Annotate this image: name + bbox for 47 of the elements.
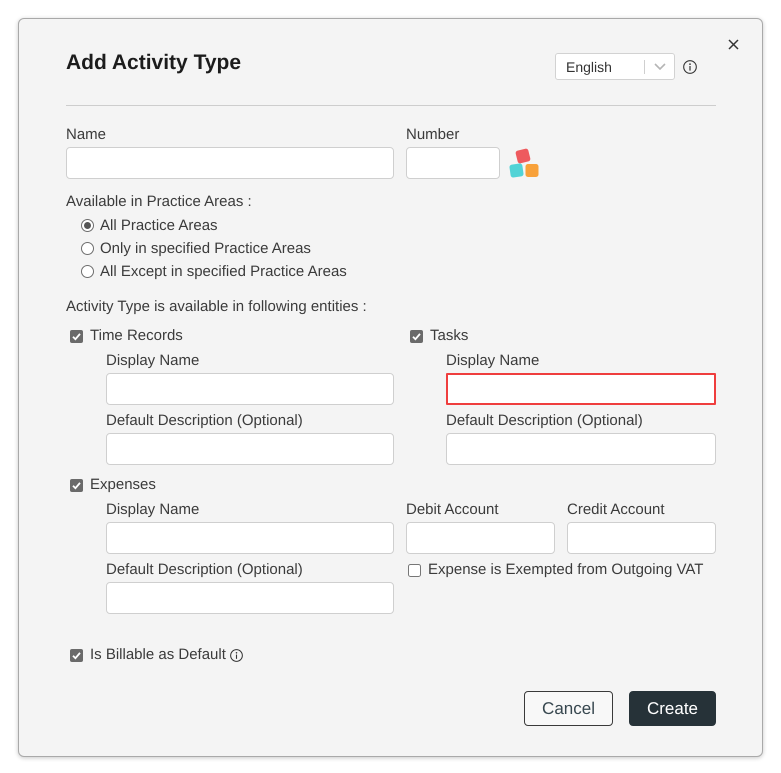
checkbox-label: Expense is Exempted from Outgoing VAT — [428, 560, 704, 580]
field-label: Default Description (Optional) — [106, 560, 303, 580]
checkbox[interactable] — [70, 478, 83, 492]
section-label: Available in Practice Areas : — [66, 192, 252, 212]
number-blocks-icon[interactable] — [509, 147, 540, 178]
field-label: Display Name — [106, 351, 200, 371]
cancel-button[interactable]: Cancel — [524, 691, 613, 726]
create-button[interactable]: Create — [628, 691, 716, 726]
checkbox-label: Time Records — [90, 326, 183, 346]
checkbox-label: Is Billable as Default — [90, 645, 226, 665]
dialog-title: Add Activity Type — [66, 50, 242, 76]
checkbox[interactable] — [410, 330, 423, 342]
field-label: Display Name — [106, 500, 200, 520]
checkbox[interactable] — [70, 648, 83, 662]
account-input[interactable] — [406, 522, 555, 554]
info-icon — [683, 60, 697, 74]
radio-label: All Practice Areas — [100, 216, 218, 236]
display-name-input[interactable] — [446, 373, 716, 405]
checkbox-label: Tasks — [430, 326, 468, 346]
field-label: Credit Account — [567, 500, 665, 520]
section-label: Activity Type is available in following entities : — [66, 297, 367, 317]
field-label: Default Description (Optional) — [446, 411, 643, 431]
number-input[interactable] — [406, 147, 500, 179]
name-input[interactable] — [66, 147, 394, 179]
description-input[interactable] — [446, 433, 716, 465]
radio-label: All Except in specified Practice Areas — [100, 262, 347, 282]
checkbox[interactable] — [408, 564, 421, 576]
field-label: Number — [406, 125, 460, 145]
checkbox-label: Expenses — [90, 475, 156, 495]
display-name-input[interactable] — [106, 373, 394, 405]
field-label: Display Name — [446, 351, 540, 371]
description-input[interactable] — [106, 582, 394, 614]
radio-button[interactable] — [81, 265, 94, 278]
description-input[interactable] — [106, 433, 394, 465]
radio-button[interactable] — [81, 242, 94, 255]
field-label: Debit Account — [406, 500, 499, 520]
radio-button[interactable] — [81, 219, 94, 232]
language-select[interactable]: English — [555, 53, 675, 80]
checkbox[interactable] — [70, 330, 83, 342]
account-input[interactable] — [567, 522, 716, 554]
close-icon[interactable] — [728, 39, 739, 50]
chevron-down-icon — [654, 63, 666, 70]
radio-label: Only in specified Practice Areas — [100, 239, 311, 259]
display-name-input[interactable] — [106, 522, 394, 554]
field-label: Default Description (Optional) — [106, 411, 303, 431]
info-icon — [230, 648, 243, 662]
field-label: Name — [66, 125, 106, 145]
